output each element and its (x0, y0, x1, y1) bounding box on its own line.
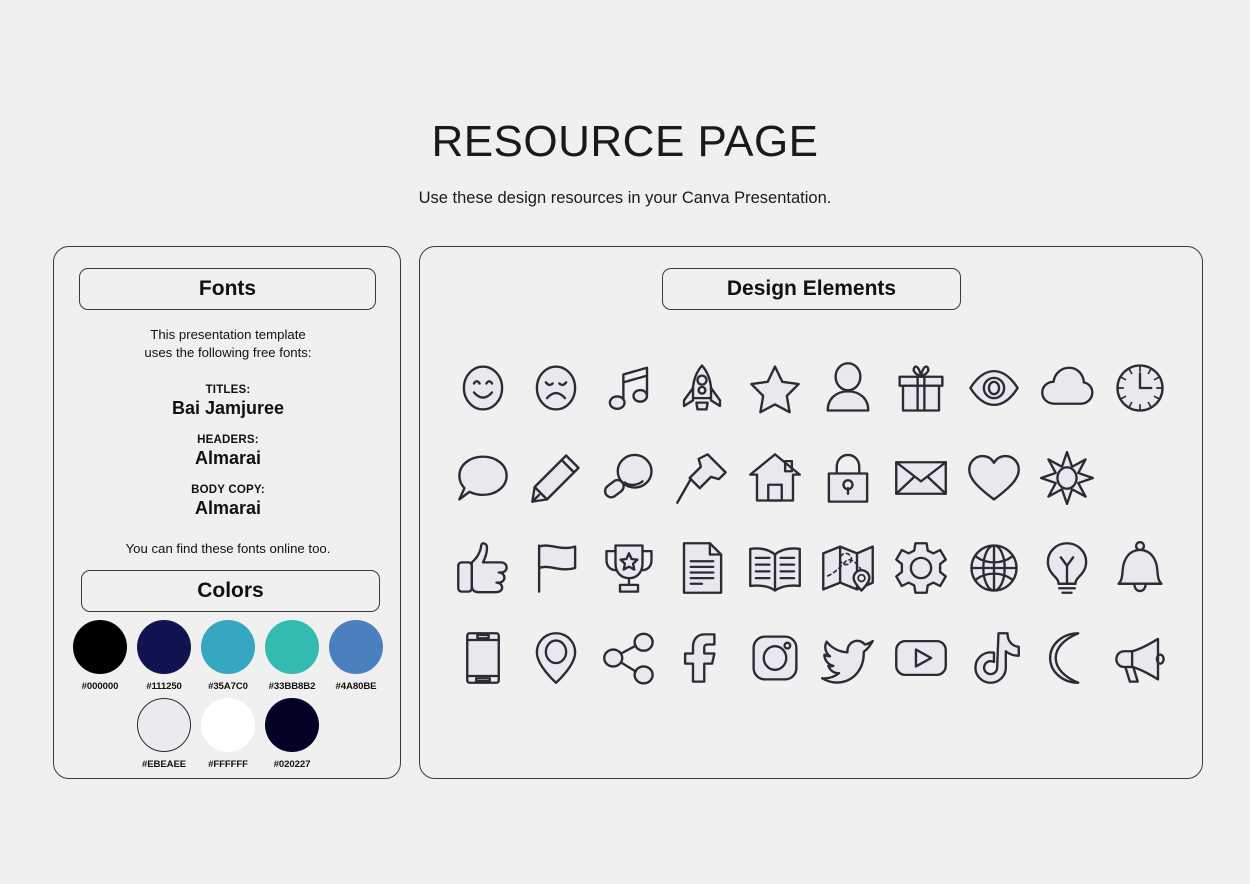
font-entry-name: Almarai (194, 448, 262, 468)
pencil-icon[interactable] (525, 447, 587, 509)
lightbulb-icon[interactable] (1036, 537, 1098, 599)
icon-grid (446, 343, 1176, 703)
color-swatch-dot (329, 620, 383, 674)
color-swatch-dot (201, 620, 255, 674)
color-swatch-row-neutral: #EBEAEE #FFFFFF #020227 (54, 698, 402, 770)
colors-section-header: Colors (81, 570, 380, 612)
heart-icon[interactable] (963, 447, 1025, 509)
color-swatch[interactable]: #020227 (260, 698, 324, 770)
color-swatch[interactable]: #EBEAEE (132, 698, 196, 770)
font-entry-name: Bai Jamjuree (171, 398, 285, 418)
color-swatch-hex-label: #111250 (146, 681, 182, 692)
open-book-icon[interactable] (744, 537, 806, 599)
share-icon[interactable] (598, 627, 660, 689)
color-swatch-dot (201, 698, 255, 752)
rocket-icon[interactable] (671, 357, 733, 419)
design-elements-section-header: Design Elements (662, 268, 961, 310)
clock-icon[interactable] (1109, 357, 1171, 419)
color-swatch-hex-label: #33BB8B2 (268, 681, 316, 692)
gear-icon[interactable] (890, 537, 952, 599)
color-swatch[interactable]: #35A7C0 (196, 620, 260, 692)
fonts-intro-line-2: uses the following free fonts: (144, 345, 312, 360)
trophy-icon[interactable] (598, 537, 660, 599)
gift-icon[interactable] (890, 357, 952, 419)
color-swatch[interactable]: #111250 (132, 620, 196, 692)
color-swatch-dot (137, 620, 191, 674)
color-swatch[interactable]: #FFFFFF (196, 698, 260, 770)
page-subtitle: Use these design resources in your Canva… (418, 189, 832, 207)
cloud-icon[interactable] (1036, 357, 1098, 419)
color-swatch-hex-label: #4A80BE (335, 681, 377, 692)
megaphone-icon[interactable] (1109, 627, 1171, 689)
color-swatch-dot (137, 698, 191, 752)
font-entry-label: BODY COPY: (191, 484, 265, 496)
fonts-outro: You can find these fonts online too. (125, 541, 331, 556)
twitter-icon[interactable] (817, 627, 879, 689)
fonts-intro: This presentation template uses the foll… (54, 326, 402, 362)
page-title: RESOURCE PAGE (431, 117, 819, 166)
color-swatch-dot (265, 698, 319, 752)
star-icon[interactable] (744, 357, 806, 419)
design-elements-panel: Design Elements (419, 246, 1203, 779)
instagram-icon[interactable] (744, 627, 806, 689)
color-swatch-hex-label: #FFFFFF (208, 759, 248, 770)
sun-icon[interactable] (1036, 447, 1098, 509)
magnifier-icon[interactable] (598, 447, 660, 509)
house-icon[interactable] (744, 447, 806, 509)
music-note-icon[interactable] (598, 357, 660, 419)
color-swatch-hex-label: #000000 (81, 681, 119, 692)
fonts-section-label: Fonts (198, 277, 257, 300)
tiktok-icon[interactable] (963, 627, 1025, 689)
document-icon[interactable] (671, 537, 733, 599)
color-swatch-hex-label: #EBEAEE (141, 759, 187, 770)
color-swatch-dot (265, 620, 319, 674)
envelope-icon[interactable] (890, 447, 952, 509)
user-icon[interactable] (817, 357, 879, 419)
font-entry-titles: TITLES: Bai Jamjuree (54, 383, 402, 419)
font-entry-name: Almarai (194, 498, 262, 518)
color-swatch[interactable]: #33BB8B2 (260, 620, 324, 692)
speech-bubble-icon[interactable] (452, 447, 514, 509)
font-entry-label: TITLES: (205, 384, 251, 396)
color-swatch[interactable]: #4A80BE (324, 620, 388, 692)
lock-icon[interactable] (817, 447, 879, 509)
smiley-face-icon[interactable] (452, 357, 514, 419)
color-swatch-hex-label: #35A7C0 (208, 681, 248, 692)
design-elements-section-label: Design Elements (726, 277, 897, 300)
moon-icon[interactable] (1036, 627, 1098, 689)
fonts-intro-line-1: This presentation template (150, 327, 306, 342)
pushpin-icon[interactable] (671, 447, 733, 509)
color-swatch-row-primary: #000000 #111250 #35A7C0 #33BB8B2 #4A80BE (54, 620, 402, 692)
fonts-and-colors-panel: Fonts This presentation template uses th… (53, 246, 401, 779)
color-swatch-hex-label: #020227 (273, 759, 311, 770)
color-swatch[interactable]: #000000 (68, 620, 132, 692)
map-icon[interactable] (817, 537, 879, 599)
youtube-icon[interactable] (890, 627, 952, 689)
globe-icon[interactable] (963, 537, 1025, 599)
bell-icon[interactable] (1109, 537, 1171, 599)
fonts-section-header: Fonts (79, 268, 376, 310)
sad-face-icon[interactable] (525, 357, 587, 419)
location-pin-icon[interactable] (525, 627, 587, 689)
font-entry-headers: HEADERS: Almarai (54, 433, 402, 469)
smartphone-icon[interactable] (452, 627, 514, 689)
colors-section-label: Colors (197, 579, 264, 602)
eye-icon[interactable] (963, 357, 1025, 419)
font-entry-label: HEADERS: (197, 434, 259, 446)
font-entry-body-copy: BODY COPY: Almarai (54, 483, 402, 519)
color-swatch-dot (73, 620, 127, 674)
thumbs-up-icon[interactable] (452, 537, 514, 599)
flag-icon[interactable] (525, 537, 587, 599)
facebook-icon[interactable] (671, 627, 733, 689)
